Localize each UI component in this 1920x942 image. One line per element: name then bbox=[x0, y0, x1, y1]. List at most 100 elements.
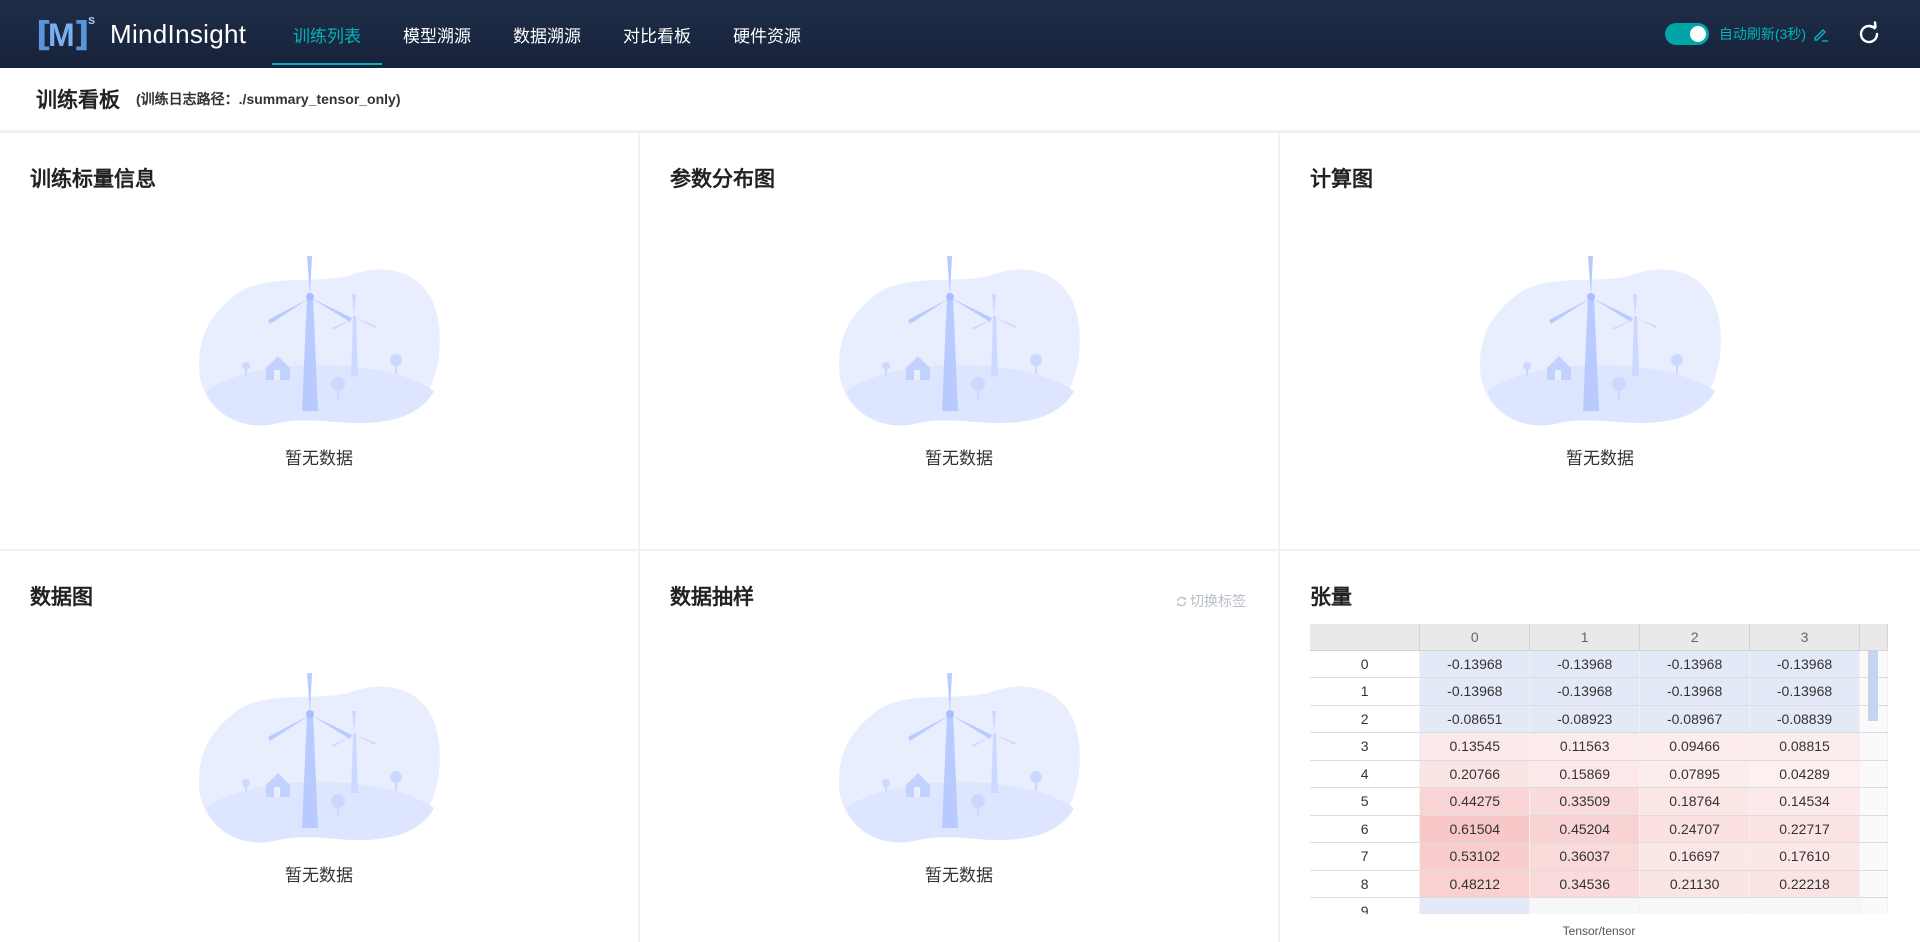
card-scalar[interactable]: 训练标量信息 暂无数据 bbox=[0, 133, 638, 549]
switch-tag-label: 切换标签 bbox=[1190, 593, 1246, 609]
tensor-cell: 0.14534 bbox=[1749, 787, 1860, 816]
tensor-cell: 0.07895 bbox=[1639, 760, 1751, 788]
tensor-scrollbar[interactable] bbox=[1868, 651, 1878, 721]
app-logo[interactable]: [ M ] s MindInsight bbox=[36, 12, 247, 55]
tensor-cell: -0.08967 bbox=[1639, 705, 1751, 733]
card-title: 参数分布图 bbox=[670, 168, 775, 191]
tensor-row-index: 7 bbox=[1310, 842, 1421, 871]
card-title: 数据抽样 bbox=[670, 586, 754, 609]
card-title: 张量 bbox=[1310, 586, 1352, 609]
tensor-row-spacer bbox=[1859, 732, 1888, 761]
no-data-illustration bbox=[199, 673, 440, 843]
table-row: 0 -0.13968 -0.13968 -0.13968 -0.13968 bbox=[1310, 650, 1888, 678]
empty-text: 暂无数据 bbox=[285, 449, 353, 468]
empty-text: 暂无数据 bbox=[925, 866, 993, 885]
tensor-cell: 0.20766 bbox=[1419, 760, 1531, 788]
tensor-cell: 0.61504 bbox=[1419, 815, 1531, 843]
tensor-cell: 0.33509 bbox=[1529, 787, 1641, 816]
main-nav: 训练列表 模型溯源 数据溯源 对比看板 硬件资源 bbox=[272, 0, 822, 68]
empty-state: 暂无数据 bbox=[640, 673, 1278, 886]
empty-state: 暂无数据 bbox=[640, 256, 1278, 469]
tensor-header-spacer bbox=[1859, 624, 1888, 651]
tensor-row-index: 6 bbox=[1310, 815, 1421, 843]
tensor-cell: -0.13968 bbox=[1529, 650, 1641, 678]
page-title: 训练看板 bbox=[36, 89, 120, 112]
tensor-row-index: 3 bbox=[1310, 732, 1421, 761]
tensor-cell bbox=[1749, 897, 1860, 914]
dashboard-title-bar: 训练看板 (训练日志路径：./summary_tensor_only) bbox=[0, 68, 1920, 130]
card-graph[interactable]: 计算图 暂无数据 bbox=[1280, 133, 1920, 549]
empty-text: 暂无数据 bbox=[285, 866, 353, 885]
switch-icon bbox=[1176, 596, 1187, 606]
tensor-cell: 0.44275 bbox=[1419, 787, 1531, 816]
tensor-column-header: 3 bbox=[1749, 624, 1860, 651]
card-dataset-graph[interactable]: 数据图 暂无数据 bbox=[0, 551, 638, 942]
tensor-row-index: 9 bbox=[1310, 897, 1421, 914]
nav-data-lineage[interactable]: 数据溯源 bbox=[492, 0, 602, 68]
tensor-cell: 0.24707 bbox=[1639, 815, 1751, 843]
tensor-row-index: 4 bbox=[1310, 760, 1421, 788]
header-tools: 自动刷新(3秒) bbox=[1664, 0, 1882, 68]
tensor-row-index: 0 bbox=[1310, 650, 1421, 678]
nav-compare-board[interactable]: 对比看板 bbox=[602, 0, 712, 68]
switch-tag-button[interactable]: 切换标签 bbox=[1175, 591, 1246, 611]
card-title: 数据图 bbox=[30, 586, 93, 609]
tensor-cell bbox=[1529, 897, 1641, 914]
empty-state: 暂无数据 bbox=[1280, 256, 1920, 469]
tensor-cell: -0.08839 bbox=[1749, 705, 1860, 733]
tensor-row-spacer bbox=[1859, 815, 1888, 843]
tensor-cell: 0.36037 bbox=[1529, 842, 1641, 871]
card-image-sample[interactable]: 数据抽样 切换标签 暂无数据 bbox=[640, 551, 1278, 942]
table-row: 1 -0.13968 -0.13968 -0.13968 -0.13968 bbox=[1310, 677, 1888, 706]
tensor-caption: Tensor/tensor bbox=[1562, 924, 1636, 938]
tensor-cell: 0.53102 bbox=[1419, 842, 1531, 871]
no-data-illustration bbox=[839, 673, 1080, 843]
tensor-cell: 0.09466 bbox=[1639, 732, 1751, 761]
tensor-row-spacer bbox=[1859, 760, 1888, 788]
card-title: 计算图 bbox=[1310, 168, 1373, 191]
nav-train-list[interactable]: 训练列表 bbox=[272, 0, 382, 68]
tensor-column-header: 1 bbox=[1529, 624, 1641, 651]
tensor-row-index: 1 bbox=[1310, 677, 1421, 706]
tensor-row-spacer bbox=[1859, 870, 1888, 898]
tensor-cell: 0.13545 bbox=[1419, 732, 1531, 761]
no-data-illustration bbox=[199, 256, 440, 426]
tensor-cell: 0.45204 bbox=[1529, 815, 1641, 843]
tensor-cell: -0.13968 bbox=[1749, 650, 1860, 678]
tensor-cell: 0.16697 bbox=[1639, 842, 1751, 871]
tensor-column-header bbox=[1310, 624, 1421, 651]
app-name: MindInsight bbox=[110, 18, 247, 49]
refresh-icon[interactable] bbox=[1856, 21, 1882, 47]
no-data-illustration bbox=[1480, 256, 1721, 426]
empty-state: 暂无数据 bbox=[0, 673, 638, 886]
edit-icon[interactable] bbox=[1812, 25, 1830, 43]
tensor-cell: 0.18764 bbox=[1639, 787, 1751, 816]
auto-refresh-toggle[interactable] bbox=[1664, 23, 1709, 45]
card-histogram[interactable]: 参数分布图 暂无数据 bbox=[640, 133, 1278, 549]
tensor-cell: 0.17610 bbox=[1749, 842, 1860, 871]
table-row: 4 0.20766 0.15869 0.07895 0.04289 bbox=[1310, 760, 1888, 788]
tensor-cell: -0.13968 bbox=[1749, 677, 1860, 706]
tensor-cell: 0.22717 bbox=[1749, 815, 1860, 843]
table-row: 7 0.53102 0.36037 0.16697 0.17610 bbox=[1310, 842, 1888, 871]
tensor-cell: -0.08923 bbox=[1529, 705, 1641, 733]
card-title: 训练标量信息 bbox=[30, 168, 156, 191]
nav-hardware-resources[interactable]: 硬件资源 bbox=[712, 0, 822, 68]
card-tensor[interactable]: 张量 0123 0 -0.13968 -0.13968 -0.13968 -0.1396… bbox=[1280, 551, 1920, 942]
toggle-knob bbox=[1689, 26, 1706, 42]
tensor-cell: 0.22218 bbox=[1749, 870, 1860, 898]
tensor-row-index: 5 bbox=[1310, 787, 1421, 816]
logo-mark: [ M ] s bbox=[36, 12, 96, 55]
tensor-cell: 0.48212 bbox=[1419, 870, 1531, 898]
tensor-table-container[interactable]: 0123 0 -0.13968 -0.13968 -0.13968 -0.13968 1-… bbox=[1310, 624, 1888, 914]
nav-model-lineage[interactable]: 模型溯源 bbox=[382, 0, 492, 68]
tensor-cell: 0.08815 bbox=[1749, 732, 1860, 761]
tensor-table: 0123 0 -0.13968 -0.13968 -0.13968 -0.13968 1-… bbox=[1310, 624, 1888, 914]
empty-text: 暂无数据 bbox=[925, 449, 993, 468]
tensor-cell: 0.34536 bbox=[1529, 870, 1641, 898]
table-row: 2 -0.08651 -0.08923 -0.08967 -0.08839 bbox=[1310, 705, 1888, 733]
empty-text: 暂无数据 bbox=[1566, 449, 1634, 468]
tensor-column-header: 2 bbox=[1639, 624, 1751, 651]
auto-refresh-label: 自动刷新(3秒) bbox=[1718, 26, 1806, 42]
table-row: 5 0.44275 0.33509 0.18764 0.14534 bbox=[1310, 787, 1888, 816]
